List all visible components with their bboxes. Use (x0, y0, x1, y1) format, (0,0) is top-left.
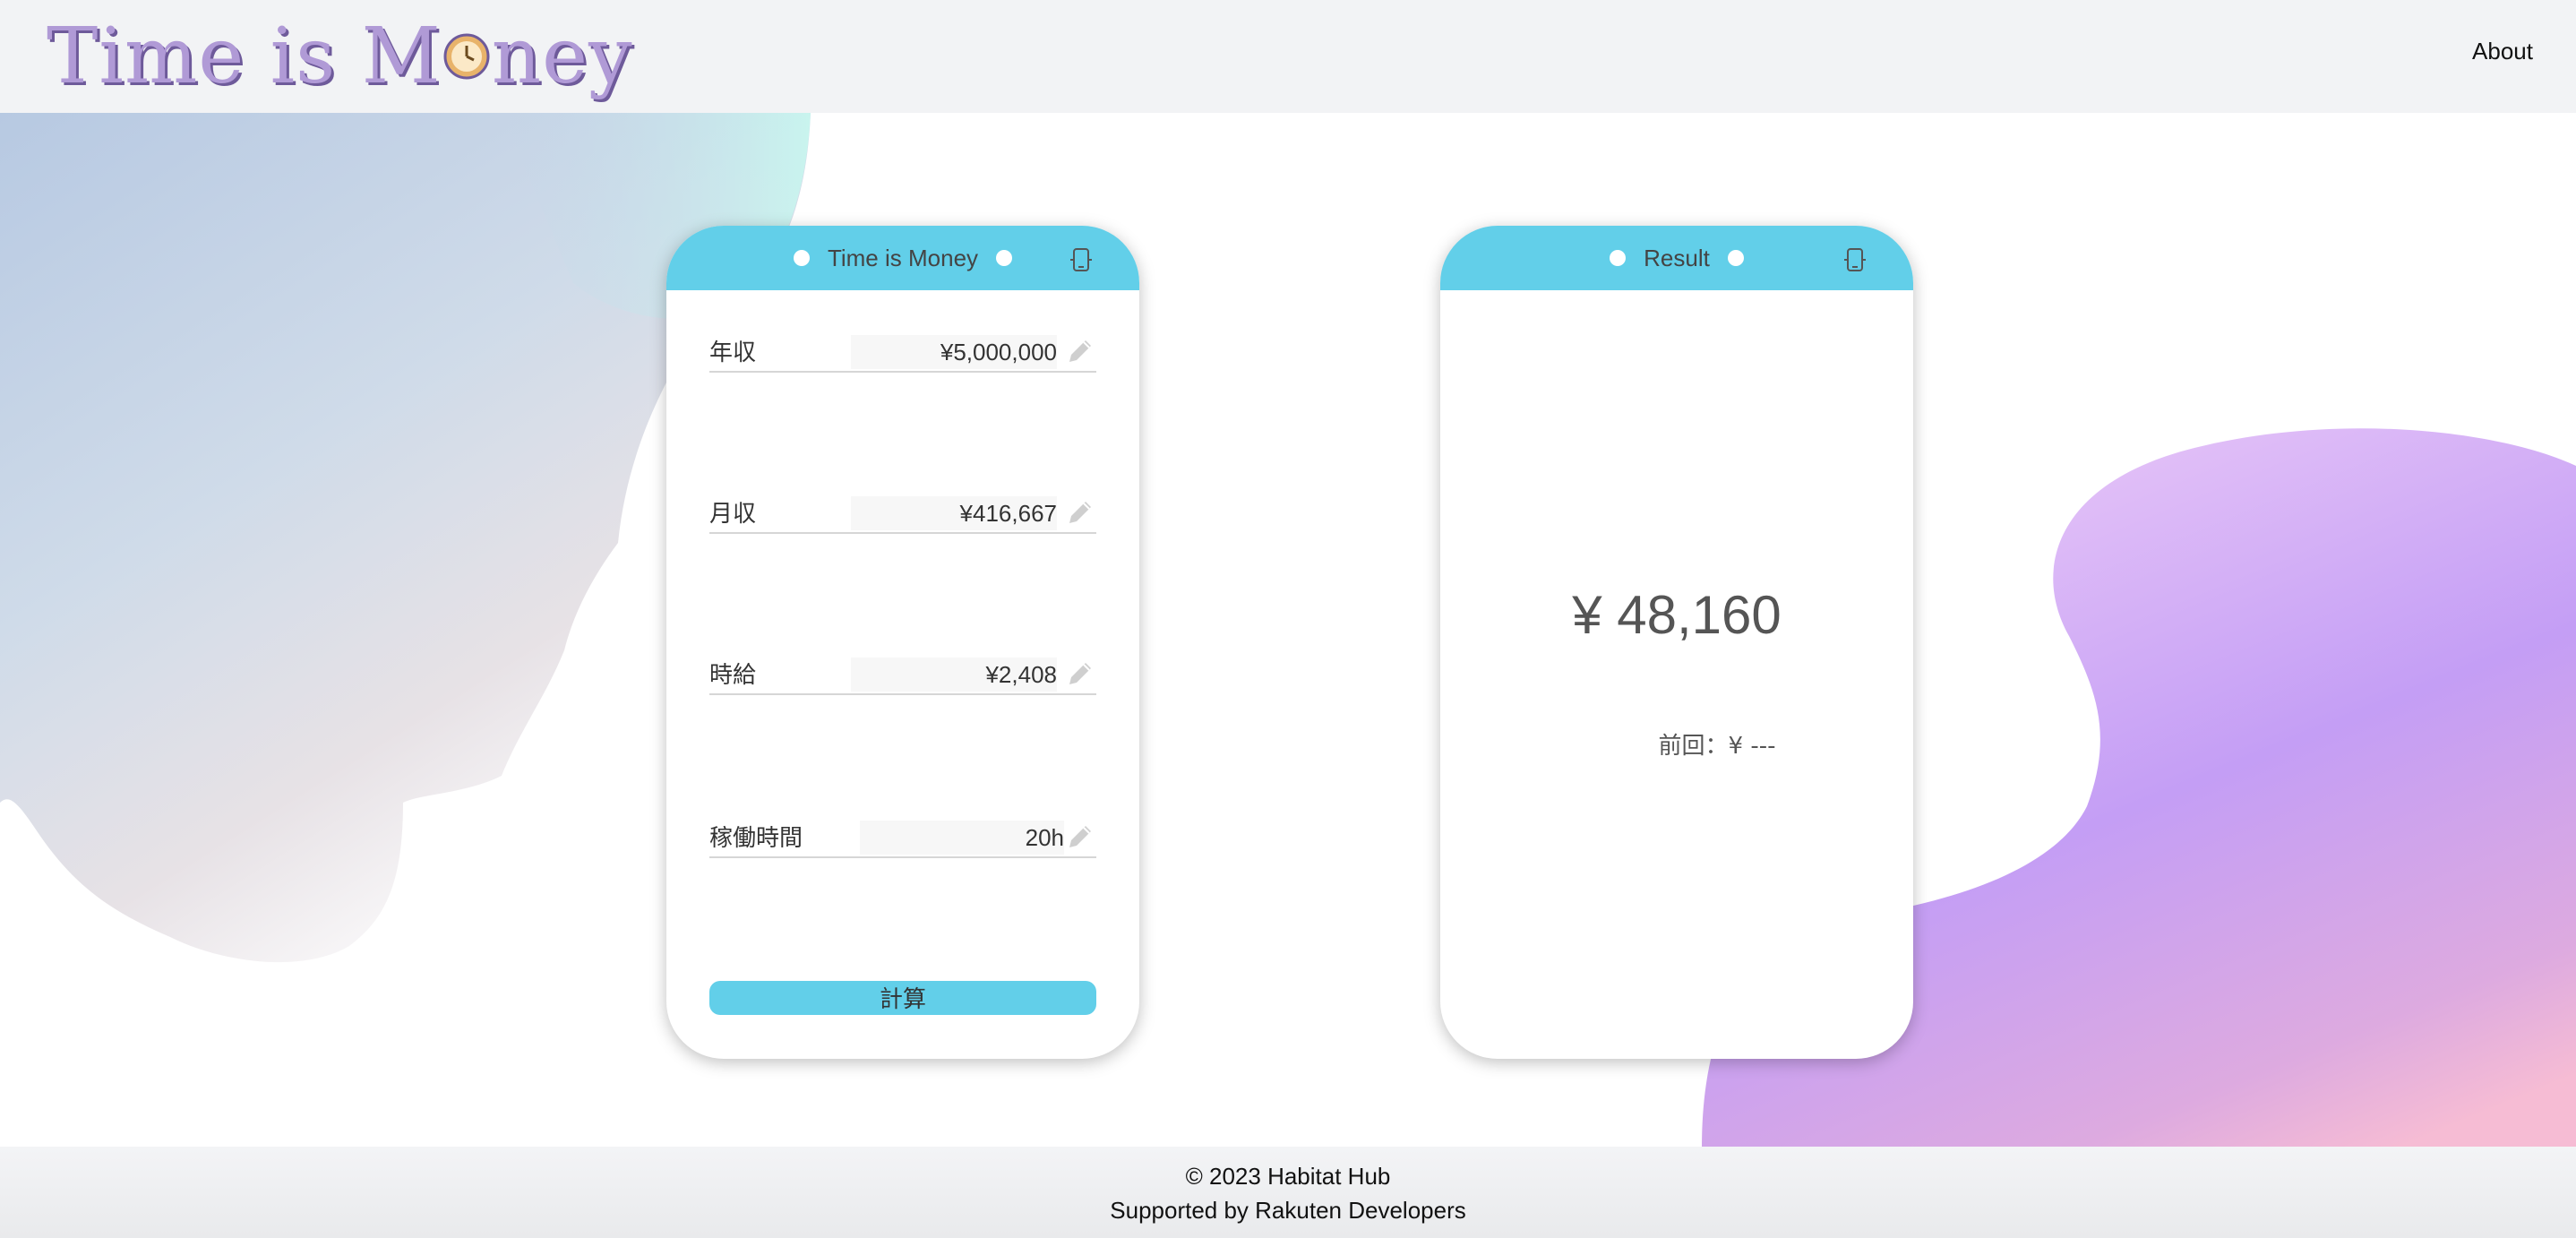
sensor-dot-icon (1727, 250, 1744, 266)
footer-supported-by: Supported by Rakuten Developers (1110, 1197, 1466, 1224)
annual-income-input[interactable]: ¥5,000,000 (851, 335, 1057, 369)
camera-dot-icon (793, 250, 810, 266)
sensor-dot-icon (996, 250, 1013, 266)
pencil-icon[interactable] (1066, 498, 1095, 527)
camera-dot-icon (1610, 250, 1627, 266)
monthly-income-row: 月収 ¥416,667 (709, 493, 1096, 534)
site-logo[interactable]: Time is M ney (47, 4, 633, 109)
working-hours-label: 稼働時間 (709, 825, 803, 852)
calculator-card: Time is Money 年収 ¥5,000,000 月収 ¥416,667 … (666, 226, 1139, 1059)
annual-income-row: 年収 ¥5,000,000 (709, 331, 1096, 373)
monthly-income-input[interactable]: ¥416,667 (851, 496, 1057, 530)
pencil-icon[interactable] (1066, 337, 1095, 365)
footer-copyright: © 2023 Habitat Hub (1185, 1163, 1391, 1190)
nav-about-link[interactable]: About (2472, 38, 2533, 65)
working-hours-row: 稼働時間 20h (709, 817, 1096, 858)
result-card: Result ¥ 48,160 前回：¥ --- (1440, 226, 1913, 1059)
hourly-wage-row: 時給 ¥2,408 (709, 654, 1096, 695)
hourly-wage-input[interactable]: ¥2,408 (851, 658, 1057, 692)
result-amount: ¥ 48,160 (1572, 585, 1782, 645)
calculate-button[interactable]: 計算 (709, 981, 1096, 1015)
calculator-title: Time is Money (827, 244, 979, 271)
annual-income-label: 年収 (709, 340, 757, 366)
previous-result: 前回：¥ --- (1658, 733, 1776, 760)
clock-icon (443, 33, 490, 80)
phone-icon (1844, 248, 1866, 271)
site-footer: © 2023 Habitat Hub Supported by Rakuten … (0, 1147, 2576, 1238)
monthly-income-label: 月収 (709, 501, 757, 528)
working-hours-input[interactable]: 20h (860, 821, 1064, 855)
result-title: Result (1644, 244, 1710, 271)
calculator-card-header: Time is Money (666, 226, 1139, 290)
site-header: Time is M ney About (0, 0, 2576, 113)
result-card-header: Result (1440, 226, 1913, 290)
phone-icon (1070, 248, 1092, 271)
pencil-icon[interactable] (1066, 659, 1095, 688)
logo-text-start: Time is M (47, 12, 442, 101)
pencil-icon[interactable] (1066, 822, 1095, 851)
logo-text-end: ney (491, 12, 633, 101)
hourly-wage-label: 時給 (709, 662, 757, 689)
